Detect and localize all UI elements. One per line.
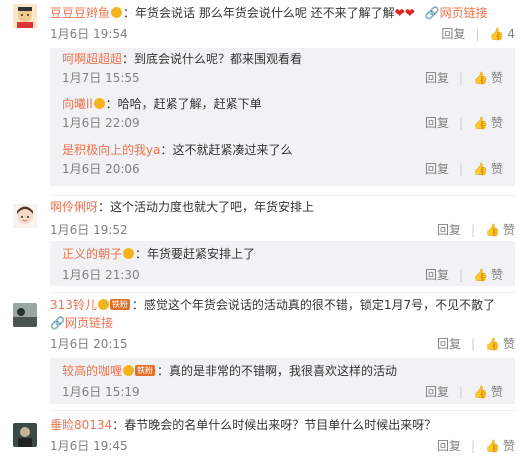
comment-text: ：年货会说话 那么年货会说什么呢 还不来了解了解 xyxy=(123,6,395,20)
comment-time: 1月6日 19:52 xyxy=(50,223,128,237)
reply-time: 1月7日 15:55 xyxy=(62,71,140,85)
vip-badge-icon xyxy=(111,7,123,18)
like-button[interactable]: 👍 赞 xyxy=(473,383,503,400)
like-label: 赞 xyxy=(502,337,515,351)
reply-text: ：真的是非常的不错啊，我很喜欢这样的活动 xyxy=(157,364,398,378)
like-button[interactable]: 👍 赞 xyxy=(473,114,503,131)
thumb-up-icon: 👍 xyxy=(473,71,488,85)
thumb-up-icon: 👍 xyxy=(489,27,505,41)
avatar[interactable] xyxy=(13,204,37,228)
avatar-image xyxy=(13,4,37,28)
reply-text: ：到底会说什么呢？都来围观看看 xyxy=(122,52,303,66)
reply-time: 1月6日 20:06 xyxy=(62,162,140,176)
divider xyxy=(50,195,515,196)
comment-text: ：这个活动力度也就大了吧，年货安排上 xyxy=(98,200,315,214)
like-label: 赞 xyxy=(490,268,503,282)
divider xyxy=(50,292,515,293)
vip-badge-icon xyxy=(123,365,135,376)
link-icon: 🔗 xyxy=(50,316,65,330)
like-button[interactable]: 👍 赞 xyxy=(485,437,515,454)
avatar-image xyxy=(13,204,37,228)
reply-item: 向曦ll ：哈哈，赶紧了解，赶紧下单 1月6日 22:09 回复 | 👍 赞 xyxy=(62,97,503,131)
comment-text: ：感觉这个年货会说话的活动真的很不错，锁定1月7号，不见不散了 xyxy=(131,298,496,312)
vip-badge-icon xyxy=(97,299,109,310)
like-label: 赞 xyxy=(502,223,515,237)
like-label: 赞 xyxy=(490,162,503,176)
like-label: 赞 xyxy=(502,439,515,453)
like-button[interactable]: 👍 赞 xyxy=(473,160,503,177)
user-name[interactable]: 正义的朝子 xyxy=(62,247,122,261)
reply-button[interactable]: 回复 xyxy=(437,221,461,238)
user-name[interactable]: 313铃儿 xyxy=(50,298,97,312)
fan-tag: 铁粉 xyxy=(109,299,130,310)
reply-list: 较高的咖喱 铁粉 ：真的是非常的不错啊，我很喜欢这样的活动 1月6日 15:19 回… xyxy=(50,358,515,404)
thumb-up-icon: 👍 xyxy=(485,223,500,237)
reply-item: 是积极向上的我ya：这不就赶紧凑过来了么 1月6日 20:06 回复 | 👍 赞 xyxy=(62,143,503,177)
reply-list: 正义的朝子 ：年货要赶紧安排上了 1月6日 21:30 回复 | 👍 赞 xyxy=(50,241,515,286)
avatar[interactable] xyxy=(13,303,37,327)
reply-time: 1月6日 22:09 xyxy=(62,116,140,130)
web-link[interactable]: 网页链接 xyxy=(65,316,113,330)
user-name[interactable]: 啊伶俐呀 xyxy=(50,200,98,214)
user-name[interactable]: 是积极向上的我ya xyxy=(62,143,160,157)
reply-button[interactable]: 回复 xyxy=(441,25,465,42)
link-icon: 🔗 xyxy=(424,6,440,20)
user-name[interactable]: 较高的咖喱 xyxy=(62,364,122,378)
reply-button[interactable]: 回复 xyxy=(425,114,449,131)
heart-icon: ❤ xyxy=(394,6,405,20)
like-button[interactable]: 👍 4 xyxy=(489,27,515,41)
reply-button[interactable]: 回复 xyxy=(425,69,449,86)
reply-item: 正义的朝子 ：年货要赶紧安排上了 1月6日 21:30 回复 | 👍 赞 xyxy=(62,247,503,283)
like-label: 赞 xyxy=(490,385,503,399)
reply-time: 1月6日 15:19 xyxy=(62,385,140,399)
avatar[interactable] xyxy=(13,423,37,447)
thumb-up-icon: 👍 xyxy=(473,268,488,282)
reply-time: 1月6日 21:30 xyxy=(62,268,140,282)
like-button[interactable]: 👍 赞 xyxy=(473,266,503,283)
reply-button[interactable]: 回复 xyxy=(425,266,449,283)
comment-time: 1月6日 20:15 xyxy=(50,337,128,351)
comment-time: 1月6日 19:54 xyxy=(50,27,128,41)
fan-tag: 铁粉 xyxy=(135,365,156,376)
like-button[interactable]: 👍 赞 xyxy=(485,221,515,238)
vip-badge-icon xyxy=(123,248,135,259)
reply-list: 呵啊超超超：到底会说什么呢？都来围观看看 1月7日 15:55 回复 | 👍 赞 向曦… xyxy=(50,48,515,186)
reply-button[interactable]: 回复 xyxy=(425,383,449,400)
thumb-up-icon: 👍 xyxy=(473,385,488,399)
reply-button[interactable]: 回复 xyxy=(437,335,461,352)
divider xyxy=(50,410,515,411)
like-label: 赞 xyxy=(490,116,503,130)
like-button[interactable]: 👍 赞 xyxy=(473,69,503,86)
web-link[interactable]: 网页链接 xyxy=(440,6,488,20)
thumb-up-icon: 👍 xyxy=(485,337,500,351)
thumb-up-icon: 👍 xyxy=(473,162,488,176)
vip-badge-icon xyxy=(93,98,105,109)
reply-button[interactable]: 回复 xyxy=(437,437,461,454)
avatar[interactable] xyxy=(13,4,37,28)
reply-button[interactable]: 回复 xyxy=(425,160,449,177)
like-label: 赞 xyxy=(490,71,503,85)
user-name[interactable]: 向曦ll xyxy=(62,97,93,111)
reply-text: ：这不就赶紧凑过来了么 xyxy=(160,143,293,157)
reply-item: 较高的咖喱 铁粉 ：真的是非常的不错啊，我很喜欢这样的活动 1月6日 15:19 回… xyxy=(62,364,503,400)
user-name[interactable]: 豆豆豆辫鱼 xyxy=(50,6,110,20)
user-name[interactable]: 呵啊超超超 xyxy=(62,52,122,66)
thumb-up-icon: 👍 xyxy=(473,116,488,130)
comment-text: ：春节晚会的名单什么时候出来呀？节目单什么时候出来呀？ xyxy=(112,418,437,432)
avatar-image xyxy=(13,423,37,447)
avatar-image xyxy=(13,303,37,327)
heart-icon: ❤ xyxy=(404,6,415,20)
comment-time: 1月6日 19:45 xyxy=(50,439,128,453)
thumb-up-icon: 👍 xyxy=(485,439,500,453)
reply-item: 呵啊超超超：到底会说什么呢？都来围观看看 1月7日 15:55 回复 | 👍 赞 xyxy=(62,52,503,86)
like-button[interactable]: 👍 赞 xyxy=(485,335,515,352)
user-name[interactable]: 垂睑80134 xyxy=(50,418,112,432)
reply-text: ：哈哈，赶紧了解，赶紧下单 xyxy=(105,97,262,111)
comment-line: 豆豆豆辫鱼 ：年货会说话 那么年货会说什么呢 还不来了解了解❤❤ 🔗网页链接 xyxy=(50,4,515,22)
reply-text: ：年货要赶紧安排上了 xyxy=(135,247,256,261)
like-count: 4 xyxy=(507,27,515,41)
